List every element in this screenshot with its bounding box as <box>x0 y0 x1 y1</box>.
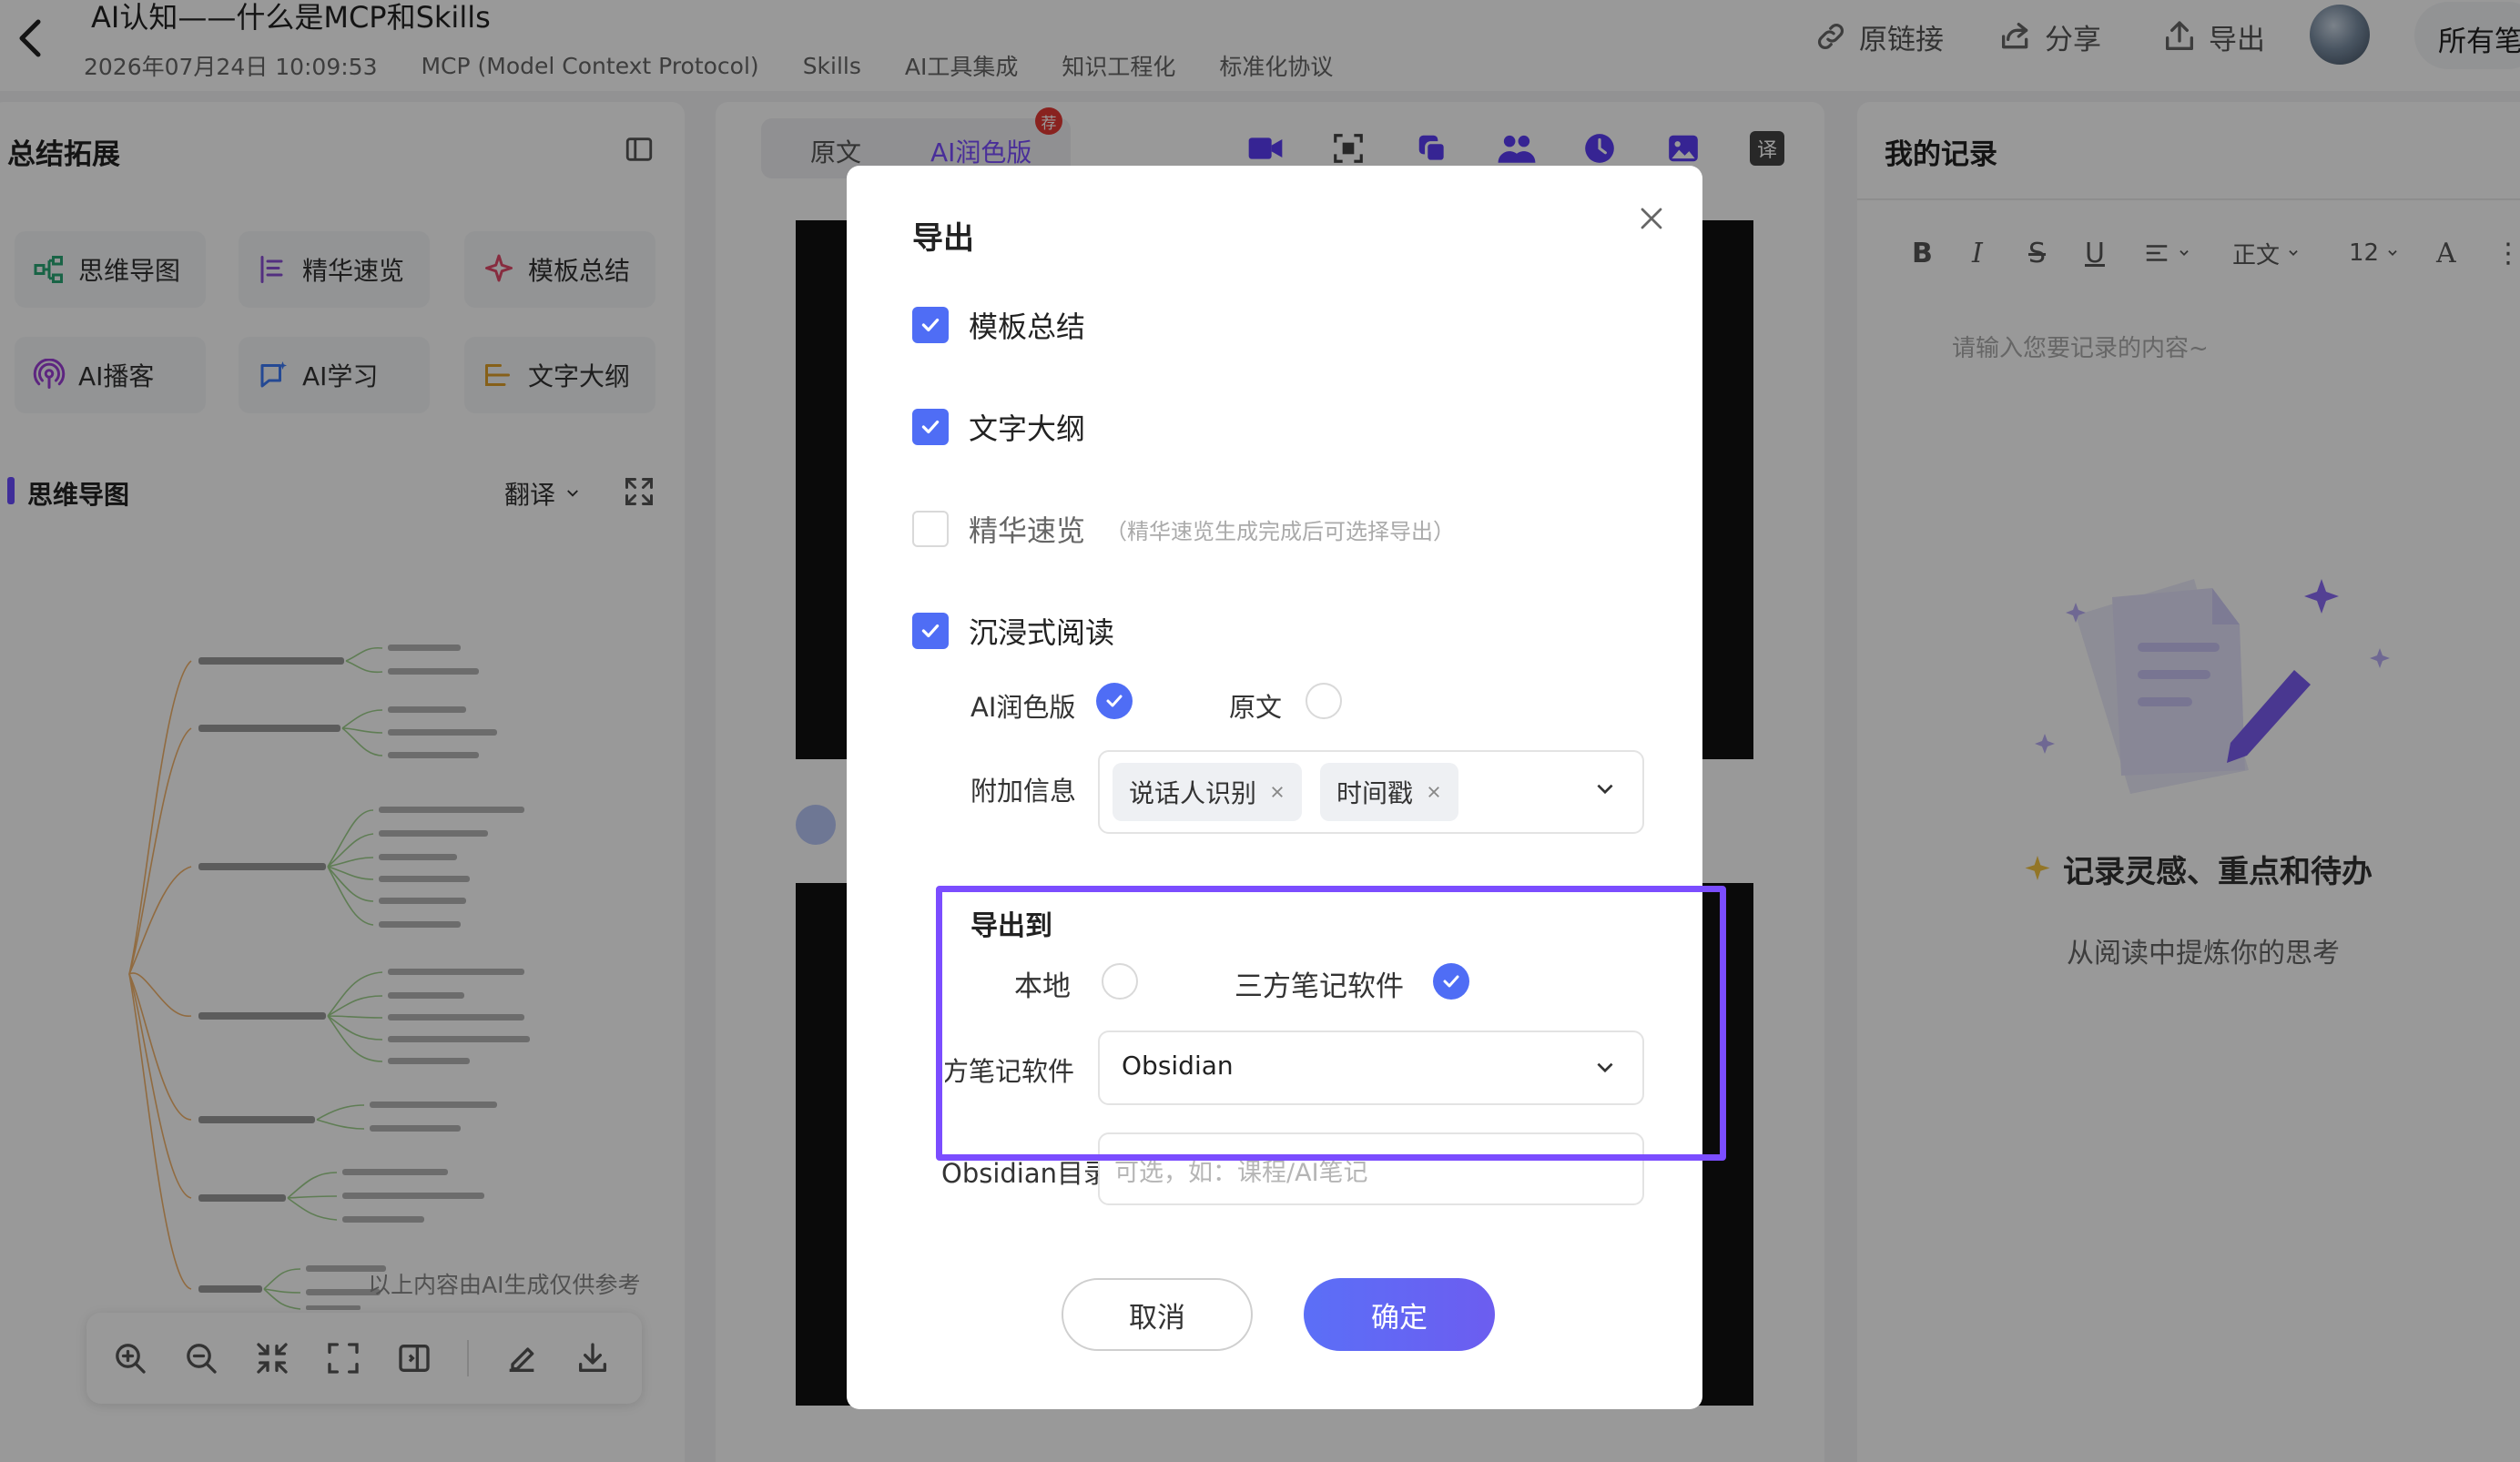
third-party-field-label: 三方笔记软件 <box>945 1056 1074 1087</box>
export-dialog: 导出 模板总结 文字大纲 精华速览 （精华速览生成完成后可选择导出） 沉浸式阅读… <box>847 166 1702 1409</box>
chevron-down-icon[interactable] <box>1593 1056 1617 1080</box>
highlights-hint: （精华速览生成完成后可选择导出） <box>1105 518 1456 544</box>
version-ai-label: AI润色版 <box>970 692 1076 723</box>
close-icon[interactable] <box>1426 784 1442 800</box>
option-template-summary[interactable]: 模板总结 <box>912 304 1085 346</box>
extra-tag: 说话人识别 <box>1113 763 1303 821</box>
checkbox-immersive[interactable] <box>912 613 949 649</box>
radio-original-version[interactable] <box>1306 683 1342 719</box>
option-text-outline[interactable]: 文字大纲 <box>912 406 1085 448</box>
confirm-button[interactable]: 确定 <box>1304 1278 1495 1351</box>
third-party-label: 三方笔记软件 <box>1235 970 1404 1003</box>
option-immersive[interactable]: 沉浸式阅读 <box>912 610 1114 652</box>
radio-local[interactable] <box>1102 963 1138 1000</box>
third-party-value: Obsidian <box>1122 1051 1234 1081</box>
dialog-title: 导出 <box>912 220 974 257</box>
checkbox-text-outline[interactable] <box>912 409 949 445</box>
extra-tag: 时间戳 <box>1320 763 1459 821</box>
checkbox-highlights[interactable] <box>912 511 949 547</box>
cancel-button[interactable]: 取消 <box>1062 1278 1253 1351</box>
export-to-title: 导出到 <box>970 910 1052 942</box>
radio-third-party[interactable] <box>1433 963 1469 1000</box>
close-icon[interactable] <box>1269 784 1285 800</box>
obsidian-dir-placeholder: 可选，如：课程/AI笔记 <box>1114 1159 1368 1187</box>
local-label: 本地 <box>1014 970 1071 1003</box>
close-icon[interactable] <box>1633 200 1670 237</box>
option-highlights[interactable]: 精华速览 （精华速览生成完成后可选择导出） <box>912 508 1455 550</box>
chevron-down-icon[interactable] <box>1593 777 1617 801</box>
checkbox-template-summary[interactable] <box>912 307 949 343</box>
radio-ai-version[interactable] <box>1096 683 1133 719</box>
version-original-label: 原文 <box>1229 692 1283 723</box>
extra-info-label: 附加信息 <box>970 776 1077 807</box>
obsidian-dir-label: Obsidian目录 <box>941 1158 1111 1189</box>
